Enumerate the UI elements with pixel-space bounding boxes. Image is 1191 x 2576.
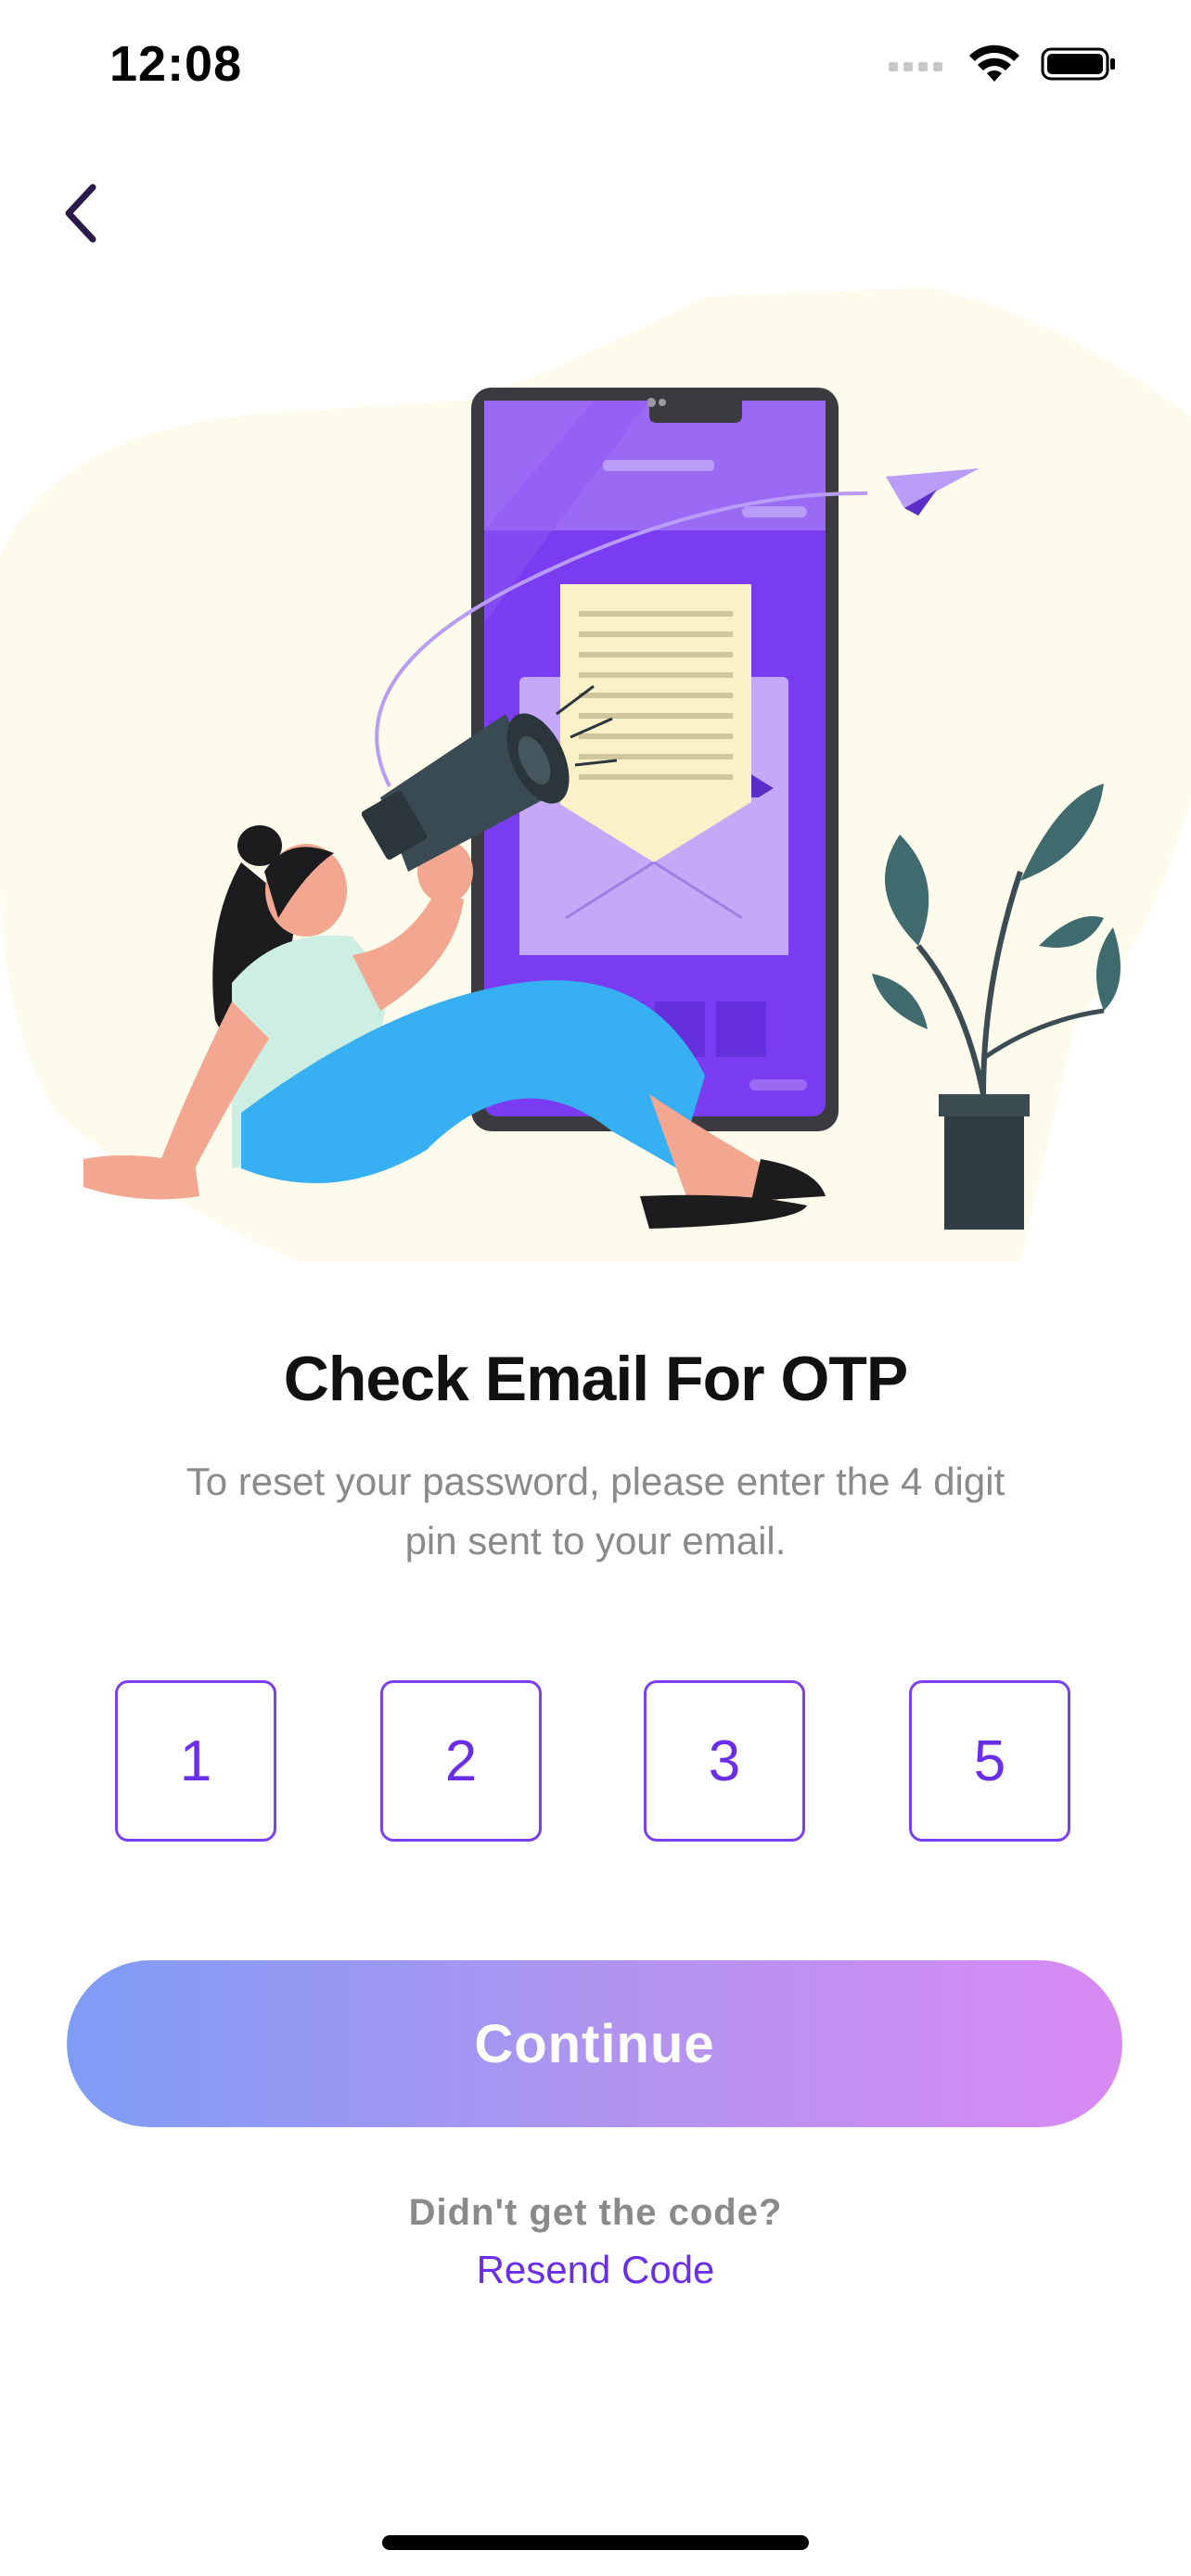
continue-button[interactable]: Continue [67,1960,1122,2127]
status-icons [889,45,1117,83]
page-subtitle: To reset your password, please enter the… [186,1460,1005,1562]
wifi-icon [969,45,1019,82]
email-otp-illustration [0,287,1191,1261]
resend-code-link[interactable]: Resend Code [0,2248,1191,2292]
status-bar: 12:08 [0,0,1191,139]
page-title: Check Email For OTP [283,1344,909,1414]
battery-icon [1041,47,1115,81]
otp-digit-2[interactable]: 2 [380,1680,542,1842]
otp-input-group: 1 2 3 5 [115,1680,1074,1845]
otp-digit-4[interactable]: 5 [909,1680,1070,1842]
chevron-left-icon [65,184,96,243]
home-indicator [382,2535,809,2550]
otp-digit-1[interactable]: 1 [115,1680,276,1842]
cellular-signal-icon [889,62,942,71]
status-time: 12:08 [109,36,243,92]
back-button[interactable] [33,167,126,260]
resend-prompt: Didn't get the code? [408,2192,783,2233]
otp-digit-3[interactable]: 3 [644,1680,805,1842]
